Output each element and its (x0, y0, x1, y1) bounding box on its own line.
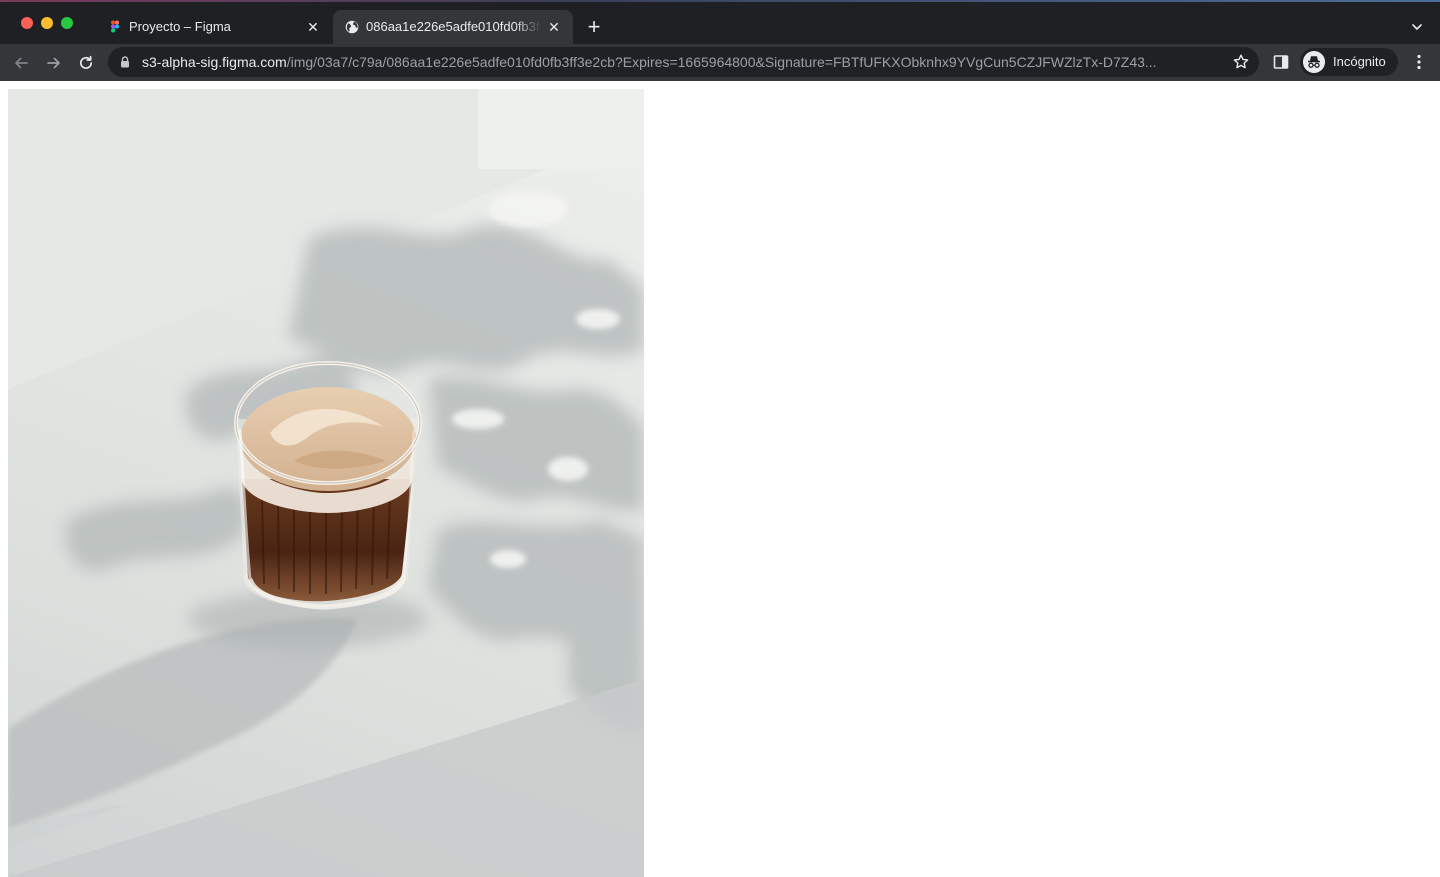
back-arrow-icon[interactable] (10, 52, 32, 74)
url-host: s3-alpha-sig.figma.com (142, 54, 287, 70)
url-path: /img/03a7/c79a/086aa1e226e5adfe010fd0fb3… (286, 54, 1157, 70)
window-maximize-button[interactable] (61, 17, 73, 29)
forward-arrow-icon[interactable] (43, 52, 65, 74)
tab-title: Proyecto – Figma (129, 19, 231, 34)
tab-title: 086aa1e226e5adfe010fd0fb3ff3e2cb (366, 19, 541, 34)
incognito-profile-button[interactable]: Incógnito (1300, 48, 1398, 76)
browser-window: Proyecto – Figma ✕ 086aa1e226e5adfe010fd… (0, 0, 1440, 877)
reload-icon[interactable] (75, 52, 97, 74)
lock-icon[interactable] (120, 56, 130, 68)
tab-strip: Proyecto – Figma ✕ 086aa1e226e5adfe010fd… (0, 0, 1440, 44)
kebab-menu-icon[interactable] (1410, 53, 1428, 71)
profile-label: Incógnito (1333, 54, 1386, 69)
window-minimize-button[interactable] (41, 17, 53, 29)
tab-close-icon[interactable]: ✕ (304, 18, 322, 36)
side-panel-icon[interactable] (1273, 54, 1289, 70)
tab-close-icon[interactable]: ✕ (545, 18, 563, 36)
globe-icon (345, 20, 359, 34)
chevron-down-icon[interactable] (1408, 18, 1426, 36)
tab-image[interactable]: 086aa1e226e5adfe010fd0fb3ff3e2cb ✕ (333, 10, 573, 44)
incognito-icon (1303, 51, 1325, 73)
tab-figma-project[interactable]: Proyecto – Figma ✕ (96, 10, 332, 44)
coffee-photo (8, 89, 644, 877)
window-close-button[interactable] (21, 17, 33, 29)
page-content (0, 81, 1440, 877)
new-tab-plus-icon[interactable]: + (584, 16, 604, 38)
url-text[interactable]: s3-alpha-sig.figma.com/img/03a7/c79a/086… (142, 54, 1222, 70)
address-bar[interactable]: s3-alpha-sig.figma.com/img/03a7/c79a/086… (108, 47, 1259, 77)
toolbar: s3-alpha-sig.figma.com/img/03a7/c79a/086… (0, 44, 1440, 81)
coffee-glass-illustration (8, 89, 644, 877)
figma-icon (111, 20, 119, 33)
bookmark-star-icon[interactable] (1232, 53, 1250, 71)
